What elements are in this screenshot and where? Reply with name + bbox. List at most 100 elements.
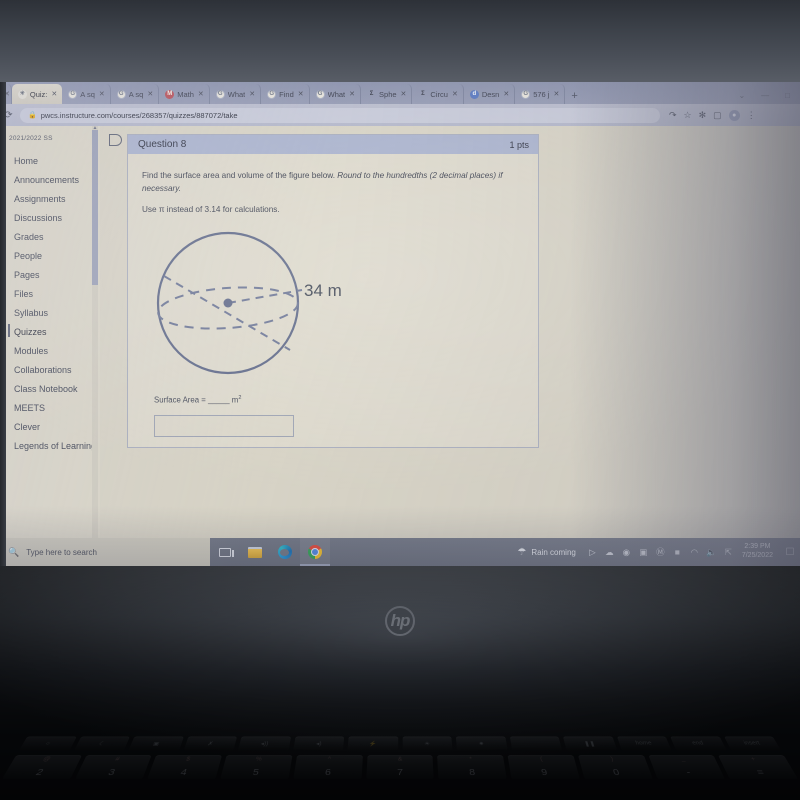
browser-tab-2[interactable]: G A sq ✕	[62, 84, 111, 104]
close-icon[interactable]: ✕	[51, 90, 57, 98]
browser-tab-8[interactable]: Σ Sphe ✕	[361, 84, 413, 104]
sidebar-item-files[interactable]: Files	[0, 284, 100, 303]
key-fn: ❚❚	[562, 736, 617, 751]
key-insert: insert	[723, 736, 782, 751]
key-0: ) 0	[577, 755, 653, 780]
key-7: & 7	[366, 755, 435, 780]
close-icon[interactable]: ✕	[349, 90, 355, 98]
notification-icon[interactable]: ☐	[780, 547, 800, 558]
browser-tab-5[interactable]: G What ✕	[210, 84, 262, 104]
globe-icon[interactable]: ◉	[618, 547, 635, 558]
question-content-area: Question 8 1 pts Find the surface area a…	[100, 126, 800, 538]
photo-background-top	[0, 0, 800, 82]
system-tray: ☂ Rain coming ▷ ☁ ◉ ▣ Ⓜ ■ ◠ 🔈 ⇱ 2:39 PM …	[511, 538, 800, 566]
sidebar-item-syllabus[interactable]: Syllabus	[0, 303, 100, 322]
sidebar-item-meets[interactable]: MEETS	[0, 398, 100, 417]
taskbar-search-box[interactable]: 🔍 Type here to search	[0, 538, 210, 566]
sidebar-item-legends-of-learning[interactable]: Legends of Learning	[0, 436, 100, 455]
tab-label: Sphe	[379, 89, 397, 99]
sidebar-item-assignments[interactable]: Assignments	[0, 189, 100, 208]
sidebar-item-announcements[interactable]: Announcements	[0, 170, 100, 189]
sidebar-item-discussions[interactable]: Discussions	[0, 208, 100, 227]
extensions-icon[interactable]: ✻	[699, 110, 707, 121]
side-panel-icon[interactable]: ▢	[713, 110, 722, 121]
taskbar-clock[interactable]: 2:39 PM 7/25/2022	[737, 543, 780, 561]
key-8: * 8	[437, 755, 507, 780]
close-icon[interactable]: ✕	[553, 90, 559, 98]
surface-area-input[interactable]	[154, 415, 294, 437]
key-fn: ☼	[18, 736, 77, 751]
page-scrollbar-thumb[interactable]	[92, 130, 98, 285]
bluetooth-icon[interactable]: Ⓜ	[652, 546, 669, 558]
laptop-display: ✕ ☀ Quiz: ✕ G A sq ✕ G A sq ✕ M Math ✕ G…	[0, 82, 800, 566]
key-4: $4	[147, 755, 223, 780]
laptop-screen-photo: ✕ ☀ Quiz: ✕ G A sq ✕ G A sq ✕ M Math ✕ G…	[0, 0, 800, 800]
minimize-button[interactable]: —	[761, 91, 769, 100]
browser-tab-quiz[interactable]: ☀ Quiz: ✕	[11, 84, 63, 104]
question-points: 1 pts	[509, 139, 529, 150]
browser-tab-11[interactable]: G 576 j ✕	[515, 84, 566, 104]
sidebar-item-home[interactable]: Home	[0, 151, 100, 170]
browser-tab-4[interactable]: M Math ✕	[159, 84, 210, 104]
measurement-label: 34 m	[304, 281, 342, 300]
onedrive-icon[interactable]: ☁	[601, 547, 618, 558]
close-icon[interactable]: ✕	[503, 90, 509, 98]
touchpad-icon[interactable]: ⇱	[720, 547, 737, 558]
tab-label: Desn	[481, 89, 500, 99]
windows-taskbar: 🔍 Type here to search ☂ Rain coming ▷ ☁ …	[0, 538, 800, 566]
rain-cloud-icon: ☂	[517, 546, 527, 558]
browser-tab-10[interactable]: d Desn ✕	[464, 84, 516, 104]
address-bar[interactable]: 🔒 pwcs.instructure.com/courses/268357/qu…	[20, 107, 660, 123]
close-icon[interactable]: ✕	[249, 90, 255, 98]
bookmark-star-icon[interactable]: ☆	[684, 110, 692, 121]
edge-button[interactable]	[270, 538, 300, 566]
tab-label: Find	[279, 89, 294, 99]
question-flag-icon[interactable]	[109, 134, 122, 146]
sidebar-item-pages[interactable]: Pages	[0, 265, 100, 284]
volume-icon[interactable]: 🔈	[703, 547, 720, 558]
sidebar-item-modules[interactable]: Modules	[0, 341, 100, 360]
tab-search-icon[interactable]: ⌄	[738, 91, 745, 100]
maximize-button[interactable]: □	[785, 91, 790, 100]
close-icon[interactable]: ✕	[401, 90, 407, 98]
question-body: Find the surface area and volume of the …	[128, 154, 538, 447]
browser-tab-7[interactable]: G What ✕	[310, 84, 362, 104]
term-label: 2021/2022 SS	[9, 135, 53, 142]
security-icon[interactable]: ▣	[635, 547, 652, 558]
sidebar-item-grades[interactable]: Grades	[0, 227, 100, 246]
weather-widget[interactable]: ☂ Rain coming	[511, 547, 583, 558]
battery-icon[interactable]: ■	[669, 547, 686, 557]
course-navigation-sidebar: 2021/2022 SS Home Announcements Assignme…	[0, 125, 100, 538]
wifi-icon[interactable]: ◠	[686, 547, 703, 558]
tab-label: Math	[177, 89, 194, 99]
file-explorer-button[interactable]	[240, 538, 270, 566]
task-view-button[interactable]	[210, 538, 240, 566]
share-icon[interactable]: ↷	[669, 110, 677, 121]
close-icon[interactable]: ✕	[452, 90, 458, 98]
close-icon[interactable]: ✕	[147, 90, 153, 98]
profile-avatar-icon[interactable]: ●	[728, 109, 740, 121]
browser-tab-6[interactable]: G Find ✕	[261, 84, 310, 104]
chrome-menu-icon[interactable]: ⋮	[747, 110, 756, 121]
show-hidden-icons-icon[interactable]: ▷	[584, 547, 601, 558]
browser-tab-9[interactable]: Σ Circu ✕	[412, 84, 464, 104]
close-icon[interactable]: ✕	[99, 90, 105, 98]
edge-icon	[278, 545, 292, 559]
tab-label: Circu	[430, 89, 448, 99]
sidebar-item-collaborations[interactable]: Collaborations	[0, 360, 100, 379]
search-placeholder: Type here to search	[26, 547, 97, 557]
chrome-button[interactable]	[300, 538, 330, 566]
key-fn: ◂)	[292, 736, 345, 751]
sidebar-item-people[interactable]: People	[0, 246, 100, 265]
key-2: @2	[1, 755, 82, 780]
scroll-up-arrow-icon[interactable]: ▲	[92, 125, 98, 131]
browser-tab-3[interactable]: G A sq ✕	[111, 84, 160, 104]
sidebar-item-class-notebook[interactable]: Class Notebook	[0, 379, 100, 398]
photo-background-left	[0, 82, 6, 566]
laptop-keyboard: ☼ ☾ ▣ ✗ ◂)) ◂) ⚡ ☀ ✷ ❚❚ home end insert …	[0, 736, 800, 800]
sidebar-item-clever[interactable]: Clever	[0, 417, 100, 436]
close-icon[interactable]: ✕	[298, 90, 304, 98]
new-tab-button[interactable]: +	[565, 91, 583, 104]
sidebar-item-quizzes[interactable]: Quizzes	[0, 322, 100, 341]
close-icon[interactable]: ✕	[198, 90, 204, 98]
